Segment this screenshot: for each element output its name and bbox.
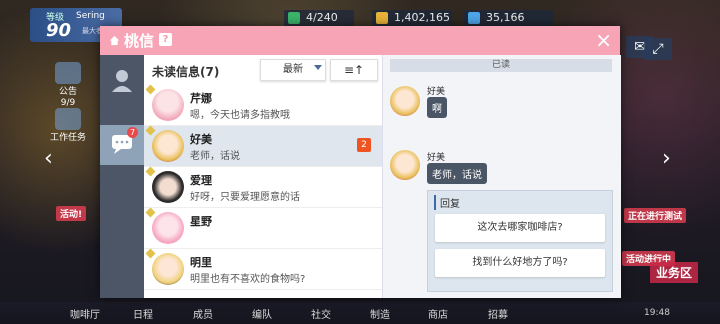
nav-craft[interactable]: 制造	[370, 306, 390, 321]
clock: 19:48	[644, 308, 670, 318]
contact-name: 好美	[190, 133, 212, 146]
contact-last-message: 好呀，只要爱理愿意的话	[190, 192, 300, 203]
star-icon	[145, 125, 156, 136]
contact-last-message: 嗯，今天也请多指教哦	[190, 110, 290, 121]
contact-name: 爱理	[190, 174, 212, 187]
resource-ap-value: 4/240	[306, 11, 338, 24]
avatar	[152, 171, 184, 203]
reply-box: 回复 这次去哪家咖啡店? 找到什么好地方了吗?	[427, 190, 613, 292]
task-icon	[55, 108, 81, 130]
expand-icon[interactable]: ⤢	[644, 38, 672, 60]
read-status: 已读	[390, 59, 612, 72]
sender-name: 好美	[427, 87, 446, 97]
event-badge[interactable]: 活动!	[56, 206, 87, 221]
resource-ap[interactable]: 4/240	[284, 10, 354, 26]
avatar	[390, 150, 420, 180]
work-task-button[interactable]: 9/9 工作任务	[50, 98, 86, 143]
star-icon	[145, 248, 156, 259]
nav-cafe[interactable]: 咖啡厅	[70, 306, 100, 321]
resource-gems-value: 35,166	[486, 11, 525, 24]
player-name: Sering	[76, 11, 105, 21]
notice-label: 公告	[58, 87, 77, 97]
resource-gems[interactable]: 35,166	[464, 10, 554, 26]
window-header: 桃信 ? ×	[100, 26, 620, 55]
list-item[interactable]: 明里 明里也有不喜欢的食物吗?	[144, 248, 382, 290]
contact-name: 芹娜	[190, 92, 212, 105]
close-icon[interactable]: ×	[595, 29, 612, 51]
reply-label: 回复	[434, 195, 460, 210]
message-bubble: 啊	[427, 97, 447, 118]
contact-list: 未读信息(7) 最新 ≡↑ 芹娜 嗯，今天也请多指教哦 好美 老师，话说 2 爱…	[144, 55, 382, 298]
tab-profile[interactable]	[100, 61, 144, 101]
star-icon	[145, 166, 156, 177]
chevron-left-icon[interactable]: ‹	[44, 146, 53, 171]
contact-name: 明里	[190, 256, 212, 269]
nav-formation[interactable]: 编队	[252, 306, 272, 321]
ap-icon	[288, 12, 300, 24]
nav-recruit[interactable]: 招募	[488, 306, 508, 321]
momotalk-window: 桃信 ? × 7 未读信息(7) 最新 ≡↑ 芹娜 嗯，今天也请多指教哦 好美 …	[100, 26, 621, 298]
star-icon	[145, 84, 156, 95]
nav-members[interactable]: 成员	[193, 306, 213, 321]
unread-count: 2	[357, 138, 371, 152]
star-icon	[145, 207, 156, 218]
reply-option[interactable]: 这次去哪家咖啡店?	[435, 214, 605, 242]
task-count: 9/9	[60, 98, 76, 108]
message-bubble: 老师，话说	[427, 163, 487, 184]
avatar	[152, 212, 184, 244]
chevron-right-icon[interactable]: ›	[662, 146, 671, 171]
window-title: 桃信	[124, 32, 155, 50]
list-item[interactable]: 好美 老师，话说 2	[144, 125, 382, 167]
list-item[interactable]: 芹娜 嗯，今天也请多指教哦	[144, 84, 382, 126]
contact-last-message: 明里也有不喜欢的食物吗?	[190, 274, 306, 285]
avatar	[152, 89, 184, 121]
bottom-nav: 咖啡厅 日程 成员 编队 社交 制造 商店 招募 19:48	[0, 302, 720, 324]
task-label: 工作任务	[50, 133, 87, 143]
chat-panel: 已读 好美 啊 好美 老师，话说 回复 这次去哪家咖啡店? 找到什么好地方了吗?	[382, 55, 621, 298]
list-header: 未读信息(7) 最新 ≡↑	[144, 55, 382, 85]
chat-logo-icon	[109, 35, 120, 46]
person-icon	[112, 70, 132, 92]
tab-messages[interactable]: 7	[100, 125, 144, 165]
list-item[interactable]: 爱理 好呀，只要爱理愿意的话	[144, 166, 382, 208]
reply-option[interactable]: 找到什么好地方了吗?	[435, 249, 605, 277]
contact-last-message: 老师，话说	[190, 151, 240, 162]
business-area-button[interactable]: 业务区	[649, 262, 698, 283]
avatar	[152, 253, 184, 285]
resource-credits-value: 1,402,165	[394, 11, 450, 24]
nav-social[interactable]: 社交	[311, 306, 331, 321]
coin-icon	[376, 12, 388, 24]
contact-name: 星野	[190, 215, 212, 228]
list-item[interactable]: 星野	[144, 207, 382, 249]
gem-icon	[468, 12, 480, 24]
nav-schedule[interactable]: 日程	[133, 306, 153, 321]
resource-credits[interactable]: 1,402,165	[372, 10, 452, 26]
side-rail: 7	[100, 55, 144, 298]
notice-button[interactable]: 公告	[50, 62, 86, 97]
avatar	[390, 86, 420, 116]
help-icon[interactable]: ?	[159, 33, 172, 46]
unread-badge: 7	[127, 127, 138, 138]
sort-dropdown[interactable]: 最新	[260, 59, 326, 81]
nav-shop[interactable]: 商店	[428, 306, 448, 321]
unread-label: 未读信息(7)	[152, 65, 220, 79]
notice-icon	[55, 62, 81, 84]
avatar	[152, 130, 184, 162]
sender-name: 好美	[427, 153, 446, 163]
level-value: 90	[46, 20, 72, 41]
sort-order-button[interactable]: ≡↑	[330, 59, 378, 81]
test-promo[interactable]: 正在进行测试	[624, 208, 687, 223]
